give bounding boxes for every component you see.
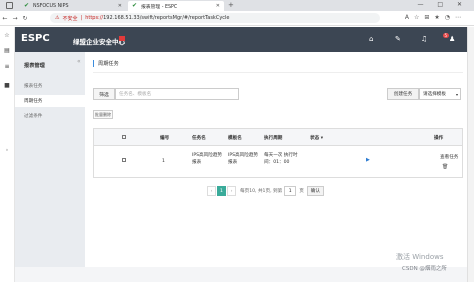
tab-label: NSFOCUS NIPS [33, 3, 69, 9]
footer-area [15, 267, 467, 282]
address-bar: ← → ↻ ⚠ 不安全 | https:// 192.168.51.33/swi… [0, 11, 474, 26]
pagination: ‹ 1 › 每页10, 共1页, 到第 1 页 确认 [207, 186, 324, 196]
browser-sidebar: ☆ ▤ ≡ ■ ◦ [0, 27, 15, 282]
chevron-down-icon: ▾ [455, 91, 458, 97]
not-secure-label: 不安全 [62, 15, 78, 22]
page-unit-label: 页 [299, 189, 304, 194]
apps-icon[interactable]: ■ [3, 82, 11, 89]
windows-activation-notice: 激活 Windows [396, 253, 444, 261]
page-1-button[interactable]: 1 [217, 186, 226, 196]
page-scrollbar[interactable] [467, 27, 474, 282]
url-separator: | [80, 15, 83, 21]
sidebar-title: 报表管理 [24, 63, 45, 69]
play-icon[interactable]: ▶ [366, 157, 370, 164]
filter-label[interactable]: 筛选 [93, 88, 115, 100]
header-id: 编号 [160, 136, 170, 141]
close-tab-icon[interactable]: ✕ [118, 3, 122, 9]
new-tab-button[interactable]: + [228, 1, 234, 9]
watermark: CSDN @烟雨之所 [402, 266, 447, 272]
browser-tab-espc[interactable]: ✔ 报表管理 - ESPC ✕ [128, 1, 224, 11]
tab-label: 报表管理 - ESPC [141, 4, 178, 10]
goto-page-input[interactable]: 1 [284, 186, 297, 196]
header-task-name: 任务名 [192, 136, 206, 141]
cell-id: 1 [162, 159, 165, 164]
nsfocus-favicon-icon: ✔ [132, 2, 138, 9]
browser-tab-nips[interactable]: ✔ NSFOCUS NIPS ✕ [20, 1, 126, 11]
warning-icon: ⚠ [55, 15, 60, 21]
url-field[interactable]: ⚠ 不安全 | https:// 192.168.51.33/swift/rep… [50, 13, 380, 23]
edit-icon[interactable]: ✎ [395, 35, 401, 43]
row-checkbox[interactable] [122, 158, 126, 165]
collapse-sidebar-icon[interactable]: « [77, 58, 81, 65]
app-title: 绿盟企业安全中心 [73, 38, 125, 46]
history-icon[interactable]: ≡ [3, 63, 11, 70]
main-content: 周期任务 筛选 任务名、模板名 创建任务 请选择模板 ▾ 批量删除 编号 任务名… [85, 52, 467, 267]
template-select[interactable]: 请选择模板 ▾ [419, 88, 461, 100]
search-input[interactable]: 任务名、模板名 [115, 88, 239, 100]
page-info: 每页10, 共1页, 到第 [240, 189, 283, 194]
tab-list-icon[interactable]: ▤ [3, 47, 11, 54]
nsfocus-favicon-icon: ✔ [24, 2, 30, 9]
next-page-button[interactable]: › [227, 186, 236, 196]
title-divider [93, 72, 463, 73]
forward-icon[interactable]: → [10, 15, 20, 22]
create-task-button[interactable]: 创建任务 [387, 88, 419, 100]
cell-task-name: IPS高风险趋势报表 [192, 153, 223, 165]
star-icon[interactable]: ☆ [3, 32, 11, 39]
sidebar: 报表管理 « 报表任务 周期任务 过滤条件 [15, 52, 85, 267]
app-header: ESPC 绿盟企业安全中心 ⌂ ✎ ♫ 5 ♟ ≡ [15, 27, 473, 52]
view-task-link[interactable]: 查看任务 [440, 154, 458, 161]
batch-delete-button[interactable]: 批量删除 [93, 110, 113, 119]
back-icon[interactable]: ← [0, 15, 10, 22]
window-controls[interactable]: — □ ✕ [417, 1, 468, 8]
home-icon[interactable]: ⌂ [369, 35, 373, 43]
select-all-checkbox[interactable] [122, 135, 126, 141]
url-protocol: https:// [85, 15, 104, 21]
cell-template-name: IPS高风险趋势报表 [228, 153, 259, 165]
confirm-page-button[interactable]: 确认 [306, 186, 324, 196]
user-icon[interactable]: ♟ [449, 35, 455, 43]
sidebar-item-filters[interactable]: 过滤条件 [15, 110, 85, 122]
flag-icon [119, 36, 125, 41]
expand-icon[interactable]: ◦ [3, 147, 11, 154]
reload-icon[interactable]: ↻ [20, 15, 30, 22]
notification-badge: 5 [443, 33, 449, 38]
browser-tab-bar: ✔ NSFOCUS NIPS ✕ ✔ 报表管理 - ESPC ✕ + — □ ✕ [0, 0, 474, 11]
page-title: 周期任务 [93, 60, 119, 67]
bell-icon[interactable]: ♫ [421, 35, 427, 43]
prev-page-button[interactable]: ‹ [207, 186, 216, 196]
delete-icon[interactable]: 🗑 [442, 164, 448, 171]
tab-actions-icon[interactable] [6, 2, 13, 9]
header-status[interactable]: 状态 ▾ [310, 135, 323, 141]
task-table: 编号 任务名 模板名 执行周期 状态 ▾ 操作 1 IPS高风险趋势报表 IPS… [93, 128, 463, 178]
espc-logo: ESPC [21, 33, 50, 44]
sidebar-item-cycle-tasks[interactable]: 周期任务 [15, 95, 85, 107]
url-path: 192.168.51.33/swift/reportsMgr/#/reportT… [103, 15, 230, 21]
browser-toolbar-icons[interactable]: A☆⊞★◔⋯ [405, 14, 466, 21]
header-action: 操作 [434, 136, 444, 141]
close-tab-icon[interactable]: ✕ [216, 3, 220, 9]
header-template-name: 模板名 [228, 136, 242, 141]
header-cycle: 执行周期 [264, 136, 283, 141]
cell-cycle: 每天一次 执行时间：01：00 [264, 153, 298, 165]
template-select-value: 请选择模板 [423, 92, 446, 97]
table-header: 编号 任务名 模板名 执行周期 状态 ▾ 操作 [94, 129, 462, 146]
sidebar-item-report-tasks[interactable]: 报表任务 [15, 80, 85, 92]
